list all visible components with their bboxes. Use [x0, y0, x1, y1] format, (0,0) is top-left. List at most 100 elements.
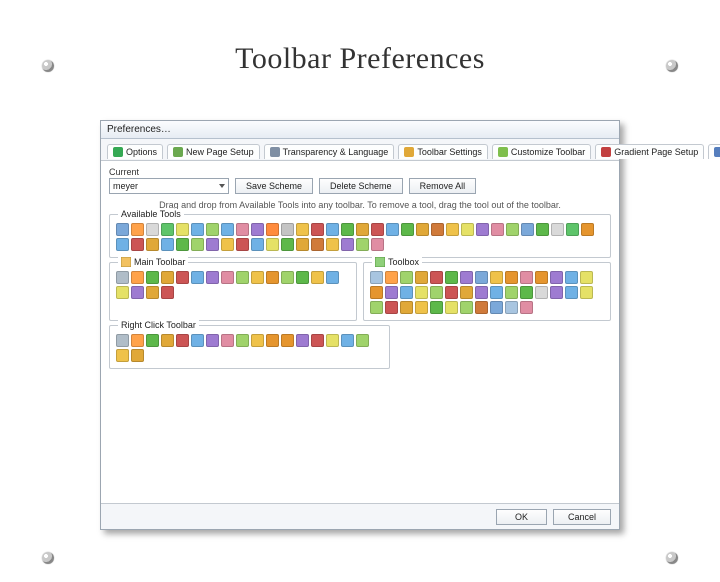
tool-icon[interactable]	[535, 271, 548, 284]
tool-icon[interactable]	[551, 223, 564, 236]
remove-all-button[interactable]: Remove All	[409, 178, 477, 194]
tool-icon[interactable]	[281, 271, 294, 284]
tool-icon[interactable]	[116, 271, 129, 284]
tool-icon[interactable]	[580, 286, 593, 299]
tool-icon[interactable]	[371, 223, 384, 236]
tool-icon[interactable]	[191, 238, 204, 251]
tab-toolbar-settings[interactable]: Toolbar Settings	[398, 144, 488, 159]
tool-icon[interactable]	[266, 238, 279, 251]
tool-icon[interactable]	[326, 223, 339, 236]
tool-icon[interactable]	[400, 301, 413, 314]
tool-icon[interactable]	[191, 334, 204, 347]
tool-icon[interactable]	[221, 238, 234, 251]
tool-icon[interactable]	[565, 271, 578, 284]
tool-icon[interactable]	[386, 223, 399, 236]
tab-options[interactable]: Options	[107, 144, 163, 159]
tool-icon[interactable]	[491, 223, 504, 236]
tool-icon[interactable]	[176, 238, 189, 251]
tool-icon[interactable]	[251, 223, 264, 236]
tool-icon[interactable]	[311, 238, 324, 251]
tab-new-page-setup[interactable]: New Page Setup	[167, 144, 260, 159]
tool-icon[interactable]	[221, 223, 234, 236]
tool-icon[interactable]	[281, 334, 294, 347]
tool-icon[interactable]	[445, 301, 458, 314]
tool-icon[interactable]	[146, 223, 159, 236]
tool-icon[interactable]	[506, 223, 519, 236]
tool-icon[interactable]	[266, 271, 279, 284]
available-tools-flow[interactable]	[116, 223, 604, 251]
tool-icon[interactable]	[400, 286, 413, 299]
tool-icon[interactable]	[131, 238, 144, 251]
tool-icon[interactable]	[251, 238, 264, 251]
tool-icon[interactable]	[236, 238, 249, 251]
tool-icon[interactable]	[341, 238, 354, 251]
tool-icon[interactable]	[490, 271, 503, 284]
tool-icon[interactable]	[580, 271, 593, 284]
tool-icon[interactable]	[176, 334, 189, 347]
tool-icon[interactable]	[370, 286, 383, 299]
tool-icon[interactable]	[146, 286, 159, 299]
tool-icon[interactable]	[221, 334, 234, 347]
tool-icon[interactable]	[370, 301, 383, 314]
tool-icon[interactable]	[520, 301, 533, 314]
save-scheme-button[interactable]: Save Scheme	[235, 178, 313, 194]
tool-icon[interactable]	[326, 334, 339, 347]
tool-icon[interactable]	[490, 301, 503, 314]
tool-icon[interactable]	[356, 223, 369, 236]
tool-icon[interactable]	[131, 349, 144, 362]
tool-icon[interactable]	[341, 334, 354, 347]
tool-icon[interactable]	[296, 223, 309, 236]
tool-icon[interactable]	[161, 238, 174, 251]
tool-icon[interactable]	[161, 334, 174, 347]
tool-icon[interactable]	[460, 271, 473, 284]
tool-icon[interactable]	[400, 271, 413, 284]
delete-scheme-button[interactable]: Delete Scheme	[319, 178, 403, 194]
tool-icon[interactable]	[146, 238, 159, 251]
tool-icon[interactable]	[341, 223, 354, 236]
tool-icon[interactable]	[461, 223, 474, 236]
tool-icon[interactable]	[161, 223, 174, 236]
tool-icon[interactable]	[176, 223, 189, 236]
tool-icon[interactable]	[131, 334, 144, 347]
ok-button[interactable]: OK	[496, 509, 547, 525]
tool-icon[interactable]	[131, 223, 144, 236]
tool-icon[interactable]	[521, 223, 534, 236]
tool-icon[interactable]	[430, 271, 443, 284]
tool-icon[interactable]	[445, 271, 458, 284]
tool-icon[interactable]	[296, 334, 309, 347]
tool-icon[interactable]	[146, 271, 159, 284]
tool-icon[interactable]	[116, 223, 129, 236]
tool-icon[interactable]	[116, 238, 129, 251]
tool-icon[interactable]	[550, 286, 563, 299]
scheme-select[interactable]: meyer	[109, 178, 229, 194]
tool-icon[interactable]	[281, 223, 294, 236]
tool-icon[interactable]	[221, 271, 234, 284]
tool-icon[interactable]	[146, 334, 159, 347]
tool-icon[interactable]	[520, 271, 533, 284]
tool-icon[interactable]	[385, 301, 398, 314]
tool-icon[interactable]	[116, 334, 129, 347]
tool-icon[interactable]	[535, 286, 548, 299]
tool-icon[interactable]	[191, 223, 204, 236]
tool-icon[interactable]	[371, 238, 384, 251]
tool-icon[interactable]	[536, 223, 549, 236]
tool-icon[interactable]	[431, 223, 444, 236]
tool-icon[interactable]	[445, 286, 458, 299]
tab-transparency-language[interactable]: Transparency & Language	[264, 144, 395, 159]
tab-customize-toolbar[interactable]: Customize Toolbar	[492, 144, 591, 159]
tool-icon[interactable]	[311, 223, 324, 236]
tool-icon[interactable]	[356, 238, 369, 251]
tool-icon[interactable]	[505, 301, 518, 314]
tool-icon[interactable]	[415, 301, 428, 314]
tool-icon[interactable]	[475, 271, 488, 284]
tool-icon[interactable]	[206, 238, 219, 251]
tool-icon[interactable]	[430, 301, 443, 314]
tool-icon[interactable]	[476, 223, 489, 236]
tool-icon[interactable]	[446, 223, 459, 236]
tool-icon[interactable]	[416, 223, 429, 236]
tool-icon[interactable]	[236, 334, 249, 347]
tool-icon[interactable]	[266, 334, 279, 347]
tool-icon[interactable]	[460, 301, 473, 314]
tool-icon[interactable]	[161, 286, 174, 299]
main-toolbar-flow[interactable]	[116, 271, 350, 299]
